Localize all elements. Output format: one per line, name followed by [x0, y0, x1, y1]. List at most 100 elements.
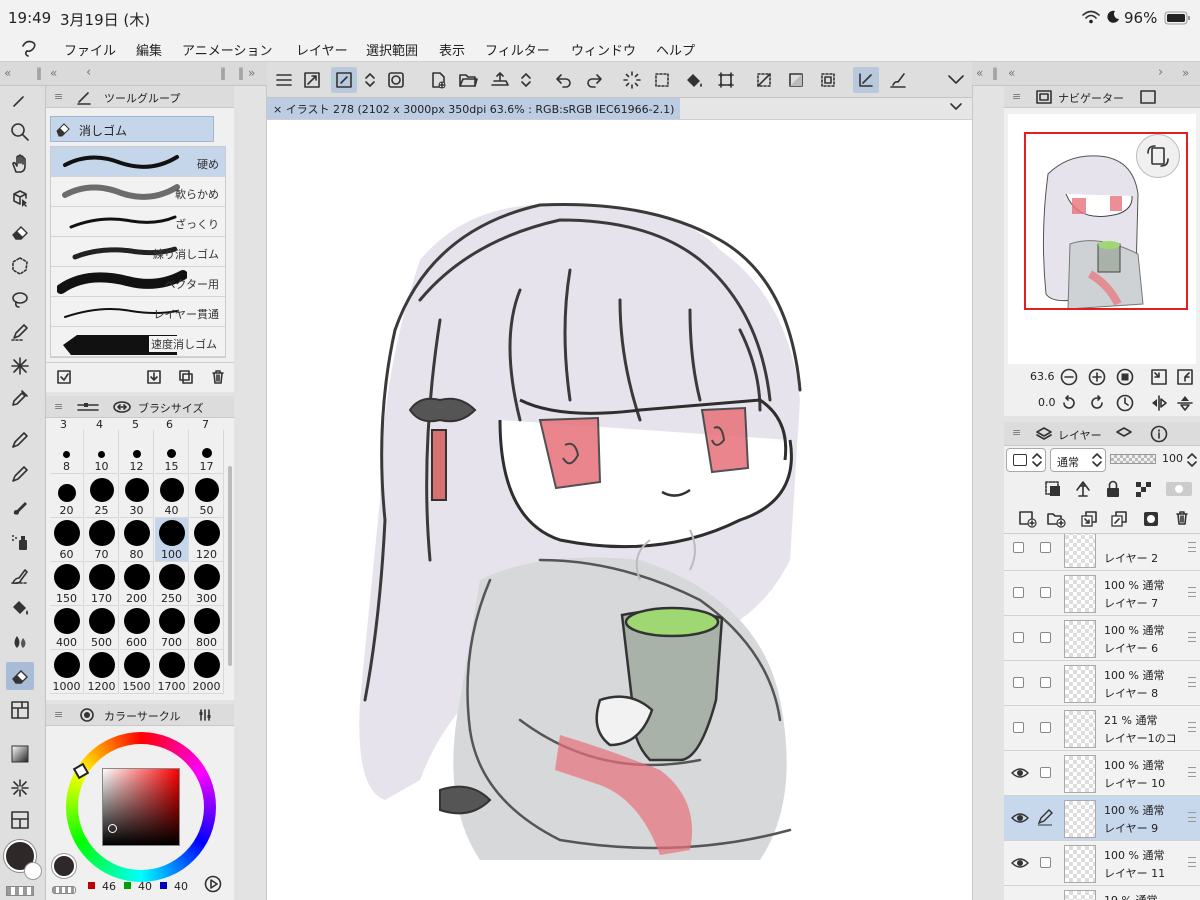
duplicate-icon[interactable] [178, 369, 194, 385]
panel-menu-icon[interactable]: ≡ [54, 708, 63, 721]
brush-size-cell[interactable]: 400 [50, 606, 84, 650]
object-icon[interactable] [6, 184, 34, 212]
selection-icon[interactable] [6, 252, 34, 280]
selection-border-icon[interactable] [815, 67, 841, 93]
drag-handle-icon[interactable]: ‖ [220, 66, 226, 80]
brush-size-cell[interactable]: 120 [190, 518, 224, 562]
collapse-icon[interactable]: ‖ [238, 66, 244, 80]
brush-size-cell[interactable]: 12 [120, 430, 154, 474]
subtool-item[interactable]: 練り消しゴム [51, 237, 225, 267]
transform-icon[interactable] [713, 67, 739, 93]
undo-icon[interactable] [551, 67, 577, 93]
layer-row[interactable]: 21 % 通常レイヤー1のコピー [1004, 706, 1200, 751]
opacity-slider[interactable] [1110, 454, 1156, 464]
sub-view-tab-icon[interactable] [1140, 90, 1156, 104]
hand-icon[interactable] [6, 150, 34, 178]
frame-icon[interactable] [6, 696, 34, 724]
menu-icon[interactable] [271, 67, 297, 93]
brush-size-cell[interactable]: 20 [50, 474, 84, 518]
document-tab[interactable]: × イラスト 278 (2102 x 3000px 350dpi 63.6% :… [267, 98, 681, 119]
pen-select-icon[interactable] [6, 318, 34, 346]
layer-lock-checkbox[interactable] [1040, 677, 1051, 688]
brush-size-cell[interactable]: 100 [155, 518, 189, 562]
up-down-icon[interactable] [357, 67, 383, 93]
layer-lock-checkbox[interactable] [1040, 632, 1051, 643]
pen-icon[interactable] [6, 426, 34, 454]
layer-lock-checkbox[interactable] [1040, 542, 1051, 553]
layer-row[interactable]: レイヤー 2 [1004, 534, 1200, 571]
panel-menu-icon[interactable]: ≡ [54, 400, 63, 413]
drag-handle-icon[interactable] [1188, 587, 1196, 597]
droplets-icon[interactable] [6, 628, 34, 656]
collapse-left-icon[interactable]: « [976, 66, 983, 80]
layers-tab-icon[interactable] [1036, 426, 1052, 442]
slider-tab-icon[interactable] [76, 401, 100, 413]
up-down-icon[interactable] [513, 67, 539, 93]
layer-lock-checkbox[interactable] [1040, 587, 1051, 598]
subtool-item[interactable]: 速度消しゴム [51, 327, 225, 357]
deselect-icon[interactable] [751, 67, 777, 93]
layer-row[interactable]: 100 % 通常 レイヤー 8 [1004, 661, 1200, 706]
sub-color-swatch[interactable] [24, 862, 42, 880]
brush-size-cell[interactable]: 800 [190, 606, 224, 650]
color-picker-cursor[interactable] [108, 824, 117, 833]
chevron-down-icon[interactable] [949, 102, 963, 112]
lock-transparent-icon[interactable] [1134, 480, 1152, 498]
chevron-right-icon[interactable]: › [1158, 65, 1163, 80]
play-icon[interactable] [204, 875, 222, 893]
brush-size-scrollbar[interactable] [228, 466, 232, 666]
loading-icon[interactable] [619, 67, 645, 93]
collapse-right-icon[interactable]: » [1182, 66, 1189, 80]
menu-animation[interactable]: アニメーション [182, 40, 272, 59]
menu-filter[interactable]: フィルター [485, 40, 550, 59]
visibility-checkbox[interactable] [1013, 722, 1024, 733]
collapse-left-icon[interactable]: « [4, 66, 11, 80]
visibility-checkbox[interactable] [1013, 677, 1024, 688]
flip-vertical-icon[interactable] [1176, 394, 1194, 412]
brush-size-cell[interactable]: 30 [120, 474, 154, 518]
brush-tab-icon[interactable] [76, 89, 92, 105]
chevron-left-icon[interactable]: ‹ [86, 65, 91, 80]
drag-handle-icon[interactable] [1188, 722, 1196, 732]
zoom-out-icon[interactable] [1060, 368, 1078, 386]
layer-row[interactable]: 100 % 通常 レイヤー 11 [1004, 841, 1200, 886]
reference-layer-icon[interactable] [1074, 480, 1092, 498]
expand-icon[interactable] [299, 67, 325, 93]
gradient-icon[interactable] [6, 740, 34, 768]
layer-mask-icon[interactable] [1142, 510, 1160, 528]
brush-size-cell[interactable]: 25 [85, 474, 119, 518]
blend-mode-select[interactable]: 通常 [1050, 448, 1106, 472]
figure-icon[interactable] [6, 774, 34, 802]
text-layout-icon[interactable] [6, 806, 34, 834]
visibility-checkbox[interactable] [1013, 632, 1024, 643]
airbrush-icon[interactable] [6, 528, 34, 556]
brush-size-cell[interactable]: 17 [190, 430, 224, 474]
pencil-icon[interactable] [6, 460, 34, 488]
menu-view[interactable]: 表示 [439, 40, 465, 59]
panel-menu-icon[interactable]: ≡ [54, 90, 63, 103]
saturation-value-square[interactable] [102, 768, 180, 846]
reset-rotation-icon[interactable] [1116, 394, 1134, 412]
new-canvas-icon[interactable] [425, 67, 451, 93]
subtool-item[interactable]: レイヤー貫通 [51, 297, 225, 327]
transparent-color-swatch[interactable] [6, 886, 34, 896]
collapse-right-icon[interactable]: » [248, 66, 255, 80]
collapse-left-icon[interactable]: « [1008, 66, 1015, 80]
rotate-view-icon[interactable] [1136, 134, 1180, 178]
color-circle-tab-icon[interactable] [80, 708, 94, 722]
app-logo-icon[interactable] [18, 38, 42, 58]
actual-size-icon[interactable] [1176, 368, 1194, 386]
current-tool[interactable]: 消しゴム [50, 116, 214, 142]
layer-lock-checkbox[interactable] [1040, 857, 1051, 868]
layer-row[interactable]: 100 % 通常 レイヤー 9 [1004, 796, 1200, 841]
panel-menu-icon[interactable]: ≡ [1012, 90, 1021, 103]
merge-down-icon[interactable] [1110, 510, 1128, 528]
brush-size-cell[interactable]: 600 [120, 606, 154, 650]
drag-handle-icon[interactable]: ‖ [992, 66, 998, 80]
brush-size-cell[interactable]: 60 [50, 518, 84, 562]
brush-size-cell[interactable]: 80 [120, 518, 154, 562]
edge-keyboard-icon[interactable] [383, 67, 409, 93]
brush-size-cell[interactable]: 1500 [120, 650, 154, 694]
brush-settings-icon[interactable] [885, 67, 911, 93]
drag-handle-icon[interactable] [1188, 857, 1196, 867]
